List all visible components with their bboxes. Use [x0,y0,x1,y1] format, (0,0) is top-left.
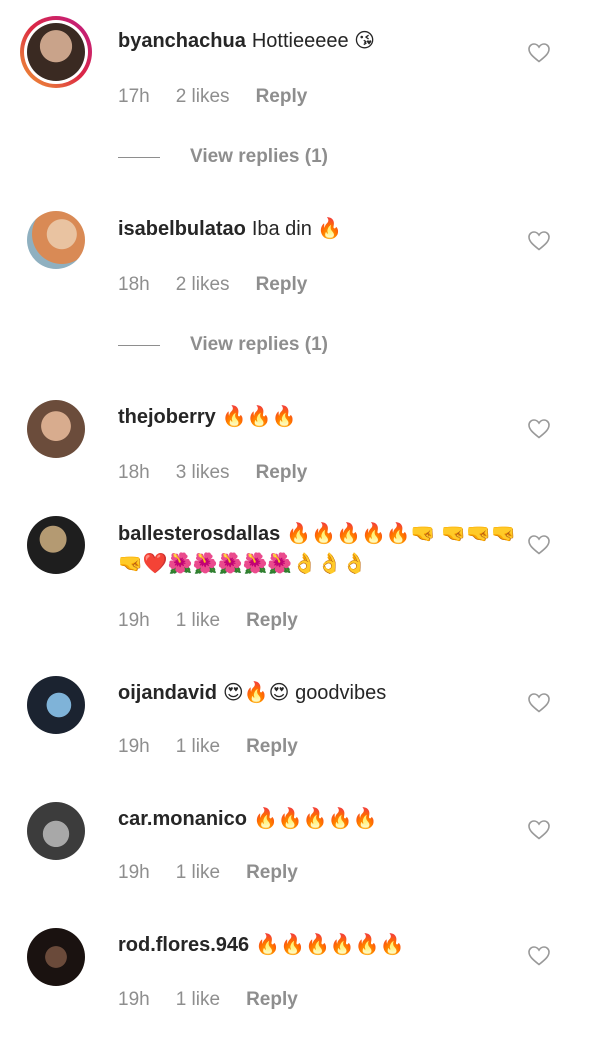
comment-text: 🔥🔥🔥 [221,406,297,428]
comment-time: 18h [118,462,150,483]
avatar[interactable] [27,802,85,860]
reply-button[interactable]: Reply [256,86,308,108]
comment-meta: 19h 1 like Reply [118,989,298,1011]
likes-count[interactable]: 1 like [176,610,220,632]
divider-line [118,344,160,346]
comment-text: 🔥🔥🔥🔥🔥 [252,808,378,830]
avatar-photo [27,516,85,574]
avatar-photo [27,802,85,860]
view-replies-button[interactable]: View replies (1) [118,334,328,356]
comment-time: 19h [118,989,150,1010]
comment-meta: 18h 2 likes Reply [118,274,307,296]
divider-line [118,156,160,158]
username-link[interactable]: thejoberry [118,406,216,428]
username-link[interactable]: isabelbulatao [118,218,246,240]
avatar[interactable] [20,16,92,88]
heart-outline-icon[interactable] [527,818,551,842]
avatar-photo [27,23,85,81]
comment-meta: 19h 1 like Reply [118,610,298,632]
username-link[interactable]: rod.flores.946 [118,934,249,956]
comment-meta: 18h 3 likes Reply [118,462,307,484]
comment-text: Hottieeeee 😘 [251,30,375,52]
reply-button[interactable]: Reply [256,274,308,296]
view-replies-label: View replies (1) [190,334,328,355]
reply-button[interactable]: Reply [246,989,298,1011]
likes-count[interactable]: 1 like [176,989,220,1011]
heart-outline-icon[interactable] [527,229,551,253]
comment-time: 19h [118,610,150,631]
heart-outline-icon[interactable] [527,944,551,968]
username-link[interactable]: byanchachua [118,30,246,52]
comment-text: 🔥🔥🔥🔥🔥🔥 [255,934,405,956]
avatar-photo [27,211,85,269]
comment-text: 😍🔥😍 goodvibes [222,682,387,704]
avatar-photo [27,676,85,734]
likes-count[interactable]: 2 likes [176,86,230,108]
view-replies-button[interactable]: View replies (1) [118,146,328,168]
comment-text: Iba din 🔥 [251,218,343,240]
username-link[interactable]: car.monanico [118,808,247,830]
likes-count[interactable]: 1 like [176,736,220,758]
comment-time: 17h [118,86,150,107]
reply-button[interactable]: Reply [256,462,308,484]
heart-outline-icon[interactable] [527,533,551,557]
comment-meta: 19h 1 like Reply [118,736,298,758]
reply-button[interactable]: Reply [246,736,298,758]
heart-outline-icon[interactable] [527,41,551,65]
comment-time: 18h [118,274,150,295]
reply-button[interactable]: Reply [246,862,298,884]
username-link[interactable]: ballesterosdallas [118,523,280,545]
comment-time: 19h [118,736,150,757]
comment-time: 19h [118,862,150,883]
username-link[interactable]: oijandavid [118,682,217,704]
avatar[interactable] [27,400,85,458]
heart-outline-icon[interactable] [527,417,551,441]
avatar[interactable] [27,676,85,734]
avatar-photo [27,928,85,986]
avatar[interactable] [27,211,85,269]
likes-count[interactable]: 2 likes [176,274,230,296]
avatar[interactable] [27,516,85,574]
reply-button[interactable]: Reply [246,610,298,632]
comment-meta: 17h 2 likes Reply [118,86,307,108]
likes-count[interactable]: 3 likes [176,462,230,484]
avatar-photo [27,400,85,458]
view-replies-label: View replies (1) [190,146,328,167]
likes-count[interactable]: 1 like [176,862,220,884]
avatar[interactable] [27,928,85,986]
comment-meta: 19h 1 like Reply [118,862,298,884]
heart-outline-icon[interactable] [527,691,551,715]
